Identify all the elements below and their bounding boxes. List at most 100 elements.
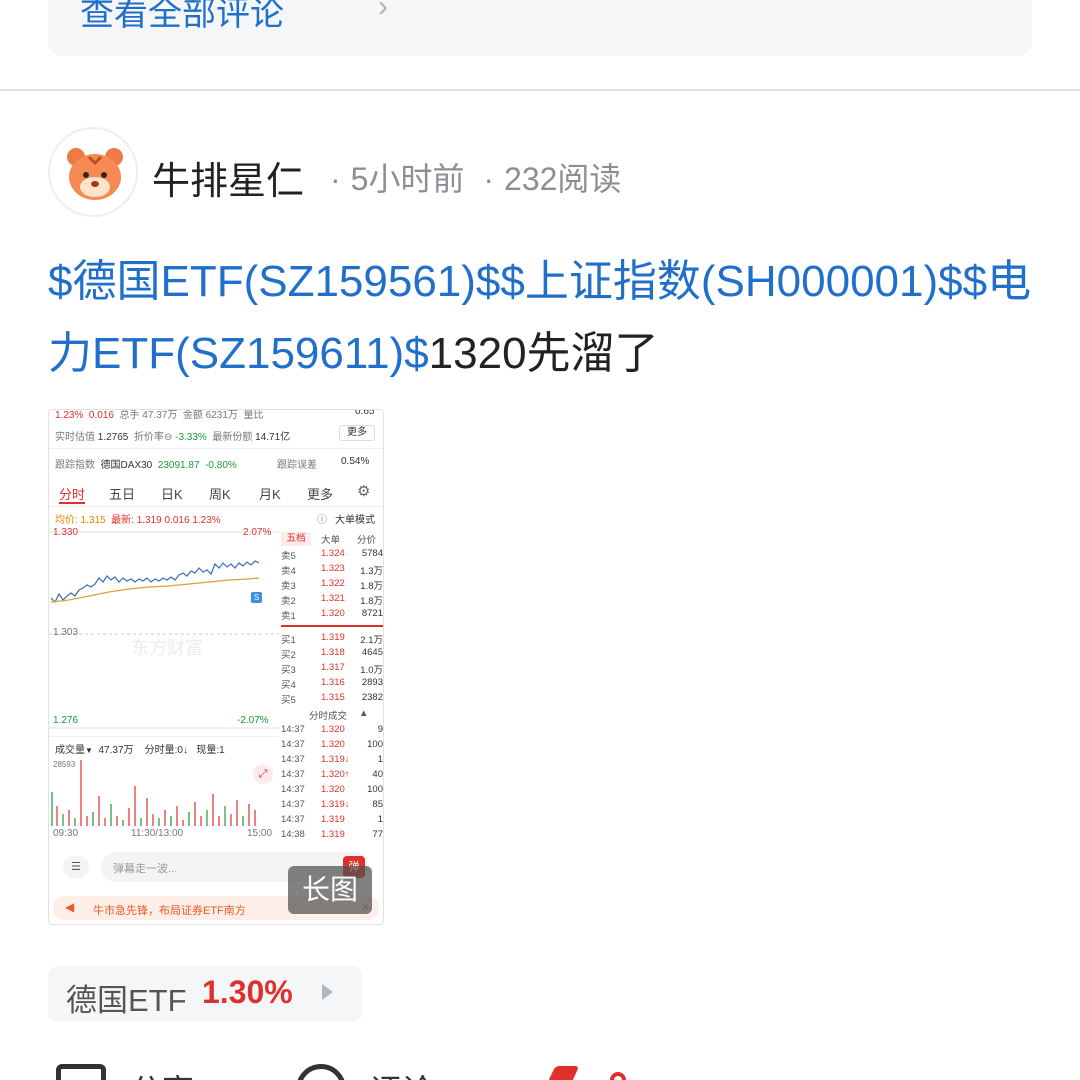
track-error-label: 跟踪误差 xyxy=(277,460,317,471)
ask-row: 卖4 1.323 1.3万 xyxy=(281,563,383,577)
time-axis-mid: 11:30/13:00 xyxy=(131,828,184,839)
time-axis-end: 15:00 xyxy=(247,828,273,839)
shares-value: 14.71亿 xyxy=(255,432,291,443)
divider xyxy=(49,448,383,449)
period-tabs: 分时 五日 日K 周K 月K 更多 ⚙ xyxy=(49,482,383,504)
tick-row: 14:37 1.319 1 xyxy=(281,814,383,825)
current-volume: 现量:1 xyxy=(196,745,225,756)
tab-daily[interactable]: 日K xyxy=(161,484,183,503)
tick-row: 14:37 1.320 100 xyxy=(281,784,383,795)
tick-row: 14:38 1.319 77 xyxy=(281,829,383,840)
like-count-icon xyxy=(610,1072,626,1080)
tab-more[interactable]: 更多 xyxy=(307,484,333,503)
tick-row: 14:37 1.319↓ 85 xyxy=(281,799,383,810)
price-info-row: 均价: 1.315 最新: 1.319 0.016 1.23% xyxy=(55,511,221,526)
post-reads: 232阅读 xyxy=(504,161,622,197)
help-icon[interactable]: ⓘ xyxy=(317,511,327,526)
discount-value: -3.33% xyxy=(175,432,207,443)
author-name[interactable]: 牛排星仁 xyxy=(152,150,304,205)
tick-row: 14:37 1.320 9 xyxy=(281,724,383,735)
ask-row: 卖2 1.321 1.8万 xyxy=(281,593,383,607)
tab-monthly[interactable]: 月K xyxy=(259,484,281,503)
tab-big-order[interactable]: 大单 xyxy=(321,532,340,546)
view-all-label: 查看全部评论 xyxy=(80,0,284,33)
volume-row: 成交量▼ 47.37万 分时量:0↓ 现量:1 xyxy=(55,745,225,756)
turnover: 金额 6231万 xyxy=(182,410,238,421)
last-change: 0.016 xyxy=(164,515,190,526)
spread-divider xyxy=(281,625,383,627)
tab-weekly[interactable]: 周K xyxy=(209,484,231,503)
bid-row: 买3 1.317 1.0万 xyxy=(281,662,383,676)
danmu-placeholder: 弹幕走一波... xyxy=(113,863,178,875)
discount-label: 折价率 xyxy=(133,432,164,443)
avg-label: 均价: xyxy=(55,515,78,526)
shares-label: 最新份额 xyxy=(212,432,253,443)
chevron-right-icon: › xyxy=(378,0,388,23)
avg-value: 1.315 xyxy=(80,515,106,526)
share-icon[interactable] xyxy=(56,1064,106,1080)
post-image[interactable]: 1.23% 0.016 总手 47.37万 金额 6231万 量比 0.65 实… xyxy=(48,409,384,925)
danmu-toggle-icon[interactable]: ☰ xyxy=(63,856,89,878)
volume-label[interactable]: 成交量 xyxy=(55,745,85,756)
settings-gear-icon[interactable]: ⚙ xyxy=(357,482,370,500)
stock-chip[interactable]: 德国ETF 1.30% xyxy=(48,966,362,1022)
intraday-chart[interactable]: 东方财富 1.330 2.07% 1.303 1.276 -2.07% S xyxy=(49,527,279,740)
last-label: 最新: xyxy=(111,515,134,526)
volume-ratio-value: 0.65 xyxy=(355,409,375,417)
volume-bars xyxy=(51,760,256,826)
megaphone-icon: ◀ xyxy=(65,900,75,914)
last-pct: 1.23% xyxy=(192,515,221,526)
y-axis-top-pct: 2.07% xyxy=(243,527,272,538)
volume-by-period: 分时量:0 xyxy=(144,745,183,756)
post-meta: · 5小时前 · 232阅读 xyxy=(330,154,631,200)
post-time: 5小时前 xyxy=(350,161,465,197)
divider xyxy=(0,89,1080,91)
order-book-tabs: 五档 大单 分价 xyxy=(281,530,383,548)
stock-tag-link[interactable]: $上证指数(SH000001)$ xyxy=(500,257,962,306)
volume-ratio-label: 量比 xyxy=(243,410,264,421)
watermark-text: 东方财富 xyxy=(131,638,203,659)
tab-intraday[interactable]: 分时 xyxy=(59,484,85,503)
order-book: 五档 大单 分价 卖5 1.324 5784 卖4 1.323 1.3万 卖3 1.322… xyxy=(281,530,383,840)
ticks-title[interactable]: 分时成交 ▲ xyxy=(281,708,383,723)
long-image-badge: 长图 xyxy=(288,866,372,914)
y-axis-bottom-pct: -2.07% xyxy=(237,715,269,726)
more-button[interactable]: 更多 xyxy=(339,425,375,441)
comment-button[interactable]: 评论 xyxy=(370,1066,434,1080)
divider xyxy=(49,736,279,737)
action-bar: 分享 评论 xyxy=(0,1050,1080,1080)
last-value: 1.319 xyxy=(136,515,162,526)
bid-row: 买2 1.318 4645 xyxy=(281,647,383,661)
post-body: $德国ETF(SZ159561)$$上证指数(SH000001)$$电力ETF(… xyxy=(48,246,1038,390)
share-button[interactable]: 分享 xyxy=(130,1066,194,1080)
stock-tag-link[interactable]: $德国ETF(SZ159561)$ xyxy=(48,257,500,306)
stock-name: 德国ETF xyxy=(66,983,187,1018)
view-all-comments[interactable]: 查看全部评论 › xyxy=(48,0,1032,56)
tab-five-day[interactable]: 五日 xyxy=(109,484,135,503)
track-pct: -0.80% xyxy=(205,460,237,471)
ask-row: 卖5 1.324 5784 xyxy=(281,548,383,562)
volume-value: 47.37万 xyxy=(98,745,134,756)
quote-summary-row: 1.23% 0.016 总手 47.37万 金额 6231万 量比 0.65 xyxy=(55,410,374,421)
tiger-avatar-icon xyxy=(67,148,123,200)
track-index: 德国DAX30 xyxy=(100,460,153,471)
intraday-chart-svg: 东方财富 xyxy=(49,531,279,729)
comment-icon[interactable] xyxy=(296,1064,346,1080)
tick-row: 14:37 1.320 100 xyxy=(281,739,383,750)
y-axis-bottom: 1.276 xyxy=(53,715,79,726)
tab-price-dist[interactable]: 分价 xyxy=(357,532,376,546)
meta-dot: · xyxy=(330,161,341,197)
y-axis-mid: 1.303 xyxy=(53,627,79,638)
track-label: 跟踪指数 xyxy=(55,460,95,471)
total-volume: 总手 47.37万 xyxy=(119,410,178,421)
like-icon[interactable] xyxy=(536,1066,580,1080)
tab-five-levels[interactable]: 五档 xyxy=(281,532,311,546)
big-order-mode-button[interactable]: 大单模式 xyxy=(335,511,375,526)
avatar[interactable] xyxy=(48,127,138,217)
time-axis-start: 09:30 xyxy=(53,828,79,839)
bid-row: 买1 1.319 2.1万 xyxy=(281,632,383,646)
s-marker-icon[interactable]: S xyxy=(251,592,262,603)
bid-row: 买4 1.316 2893 xyxy=(281,677,383,691)
post-text: 1320先溜了 xyxy=(428,329,659,378)
play-arrow-icon xyxy=(322,984,333,1000)
